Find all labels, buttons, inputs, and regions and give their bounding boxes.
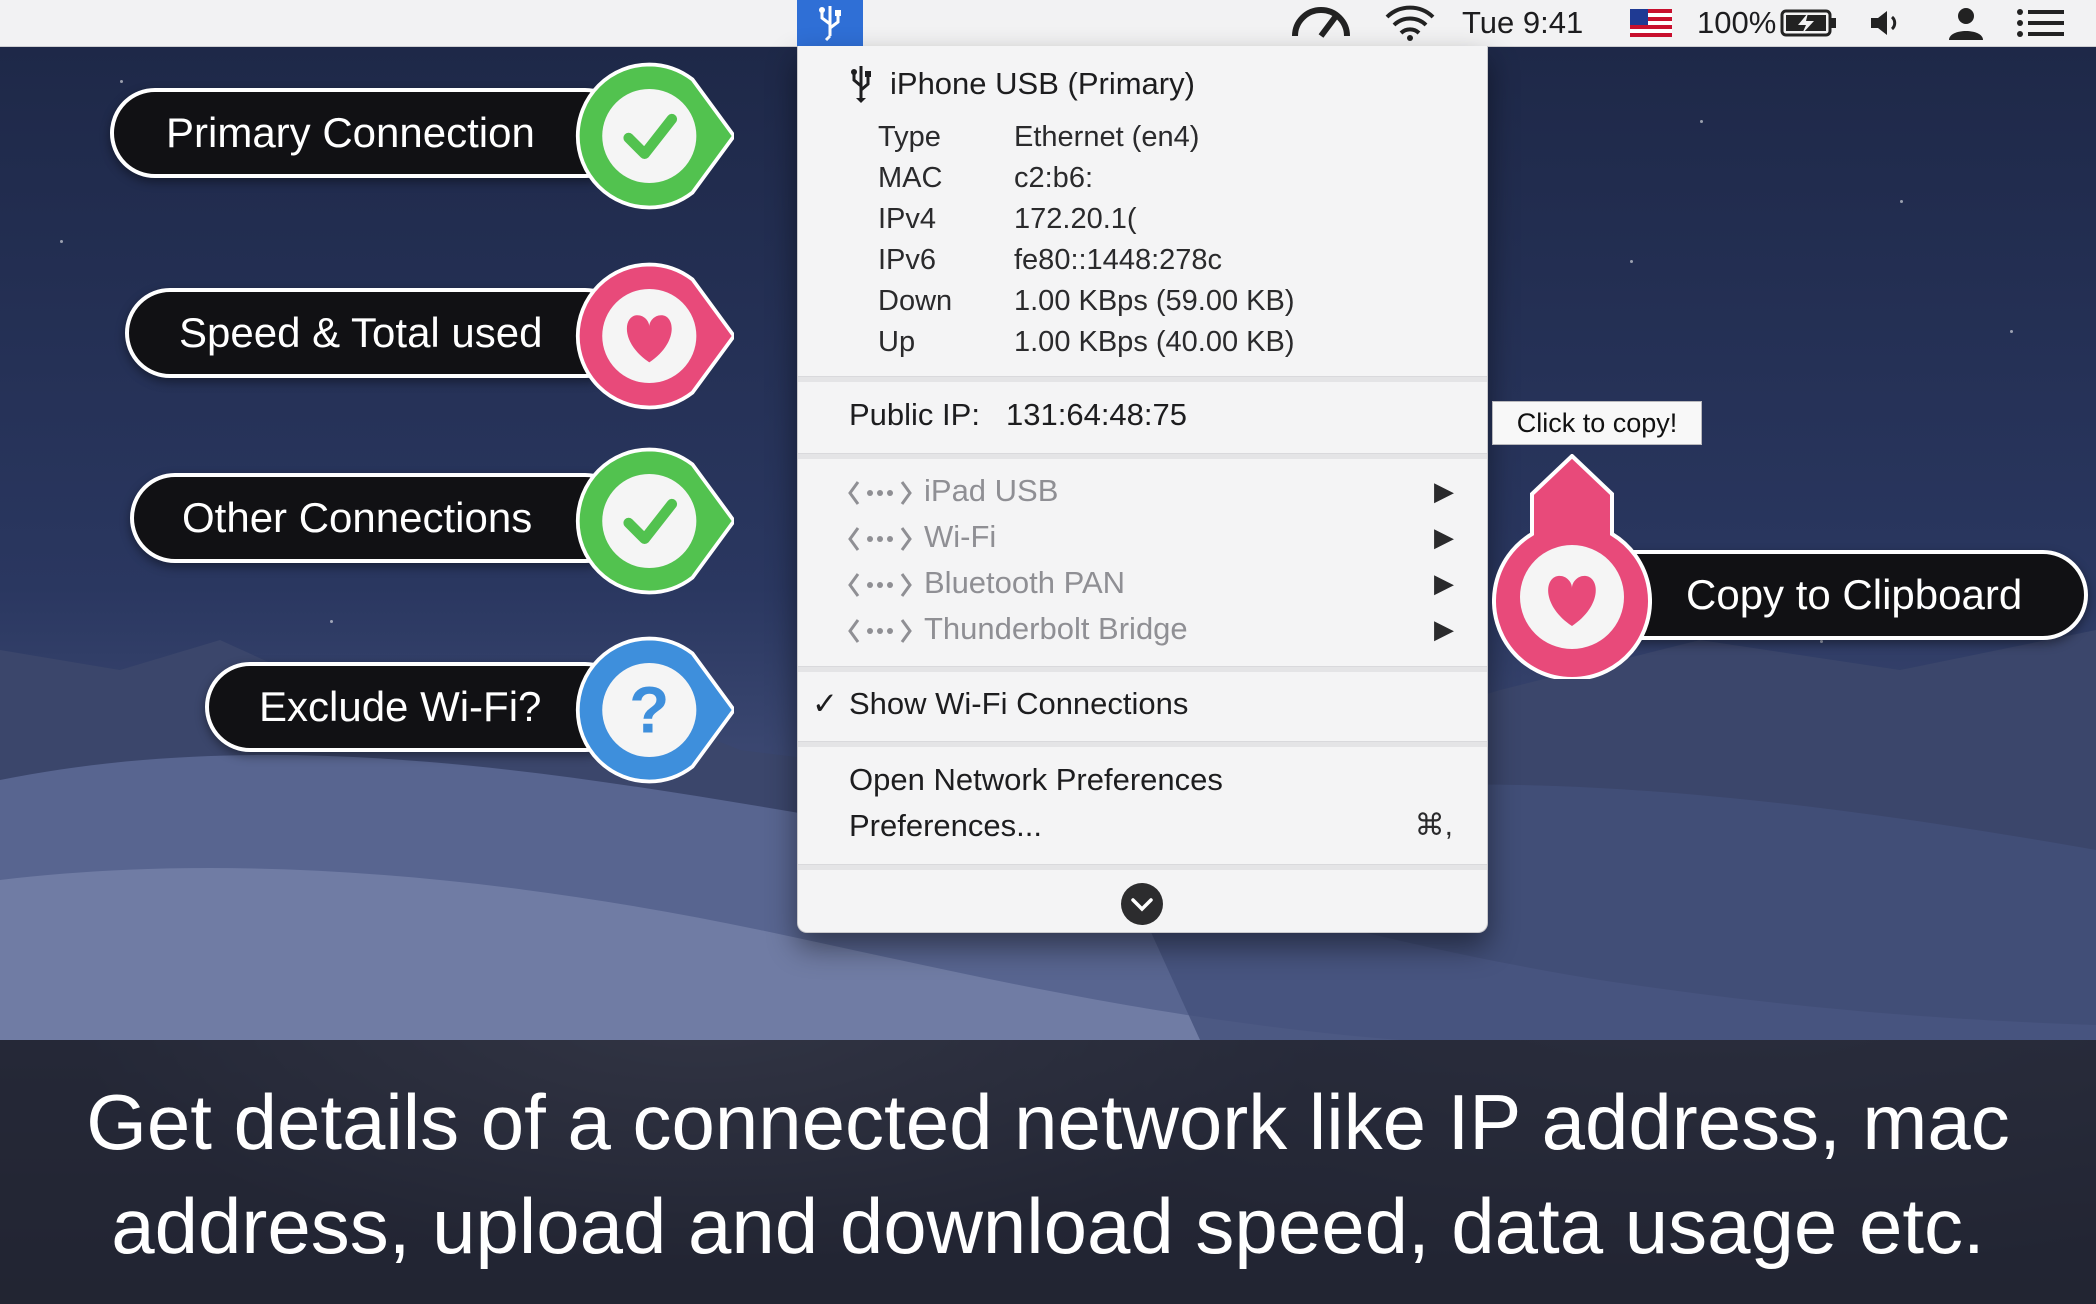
callout-label: Primary Connection bbox=[166, 109, 535, 156]
primary-connection-title[interactable]: iPhone USB (Primary) bbox=[890, 66, 1195, 102]
callout-other-connections: Other Connections bbox=[130, 473, 630, 563]
wifi-item[interactable] bbox=[1384, 0, 1436, 46]
menu-separator bbox=[798, 453, 1487, 459]
callout-label: Other Connections bbox=[182, 494, 533, 541]
up-value[interactable]: 1.00 KBps (40.00 KB) bbox=[1014, 326, 1295, 359]
usb-icon bbox=[851, 66, 871, 103]
usb-icon bbox=[819, 6, 841, 42]
ipv6-label: IPv6 bbox=[878, 244, 937, 276]
wifi-icon bbox=[1385, 5, 1435, 41]
us-flag-icon bbox=[1630, 9, 1672, 37]
down-value[interactable]: 1.00 KBps (59.00 KB) bbox=[1014, 285, 1295, 318]
network-dropdown-menu: iPhone USB (Primary) Type Ethernet (en4)… bbox=[797, 46, 1488, 933]
ethernet-connection-icon bbox=[848, 481, 912, 505]
battery-item[interactable] bbox=[1780, 0, 1838, 46]
ipv6-value[interactable]: fe80::1448:278c bbox=[1014, 244, 1222, 277]
list-icon bbox=[2017, 9, 2064, 37]
menu-item-label: iPad USB bbox=[924, 473, 1059, 508]
menu-item-label: Wi-Fi bbox=[924, 519, 997, 554]
speedometer-item[interactable] bbox=[1290, 0, 1352, 46]
callout-speed-total-used: Speed & Total used bbox=[125, 288, 630, 378]
battery-charging-icon bbox=[1780, 9, 1836, 37]
ethernet-connection-icon bbox=[848, 527, 912, 551]
callout-primary-connection: Primary Connection bbox=[110, 88, 630, 178]
ethernet-connection-icon bbox=[848, 573, 912, 597]
green-check-badge-icon bbox=[575, 62, 734, 210]
blue-question-badge-icon: ? bbox=[575, 636, 734, 784]
clock[interactable]: Tue 9:41 bbox=[1462, 0, 1583, 46]
ipv4-value[interactable]: 172.20.1( bbox=[1014, 203, 1137, 236]
menu-item-label: Preferences... bbox=[849, 808, 1042, 843]
menu-item-label: Bluetooth PAN bbox=[924, 565, 1126, 600]
menu-separator bbox=[798, 376, 1487, 382]
menu-separator bbox=[798, 666, 1487, 672]
up-label: Up bbox=[878, 326, 916, 358]
submenu-arrow-icon: ▶ bbox=[1434, 476, 1454, 506]
callout-exclude-wifi: Exclude Wi-Fi? bbox=[205, 662, 630, 752]
user-icon bbox=[1949, 8, 1983, 40]
volume-icon bbox=[1871, 11, 1897, 35]
green-check-badge-icon bbox=[575, 447, 734, 595]
question-mark-icon: ? bbox=[629, 673, 669, 747]
menu-separator bbox=[798, 741, 1487, 747]
notification-center-item[interactable] bbox=[2016, 0, 2066, 46]
ipv4-label: IPv4 bbox=[878, 203, 937, 235]
battery-percentage[interactable]: 100% bbox=[1697, 0, 1776, 46]
menu-item-label: Show Wi-Fi Connections bbox=[849, 686, 1189, 721]
pink-heart-badge-icon bbox=[575, 262, 734, 410]
checkmark-icon: ✓ bbox=[812, 686, 838, 721]
copy-tooltip: Click to copy! bbox=[1492, 401, 1702, 445]
input-source-item[interactable] bbox=[1630, 0, 1672, 46]
public-ip-value[interactable]: 131:64:48:75 bbox=[1006, 397, 1187, 433]
public-ip-label: Public IP: bbox=[849, 397, 980, 432]
pink-heart-badge-icon bbox=[1492, 454, 1652, 679]
submenu-arrow-icon: ▶ bbox=[1434, 614, 1454, 644]
menu-item-open-network-preferences[interactable]: Open Network Preferences bbox=[849, 762, 1223, 798]
callout-label: Speed & Total used bbox=[179, 309, 543, 356]
keyboard-shortcut: ⌘, bbox=[1414, 809, 1453, 842]
usb-status-item[interactable] bbox=[797, 0, 863, 46]
menu-separator bbox=[798, 864, 1487, 870]
callout-label: Exclude Wi-Fi? bbox=[259, 683, 542, 730]
caption-text: Get details of a connected network like … bbox=[86, 1078, 2010, 1270]
down-label: Down bbox=[878, 285, 953, 317]
callout-label: Copy to Clipboard bbox=[1686, 571, 2023, 618]
type-label: Type bbox=[878, 121, 941, 153]
chevron-down-icon[interactable] bbox=[1120, 882, 1164, 926]
menu-item-label: Thunderbolt Bridge bbox=[924, 611, 1188, 646]
speedometer-icon bbox=[1292, 7, 1350, 38]
mac-label: MAC bbox=[878, 162, 943, 194]
ethernet-connection-icon bbox=[848, 619, 912, 643]
user-item[interactable] bbox=[1946, 0, 1986, 46]
submenu-arrow-icon: ▶ bbox=[1434, 568, 1454, 598]
type-value[interactable]: Ethernet (en4) bbox=[1014, 121, 1199, 154]
volume-item[interactable] bbox=[1868, 0, 1904, 46]
submenu-arrow-icon: ▶ bbox=[1434, 522, 1454, 552]
mac-value[interactable]: c2:b6: bbox=[1014, 162, 1093, 195]
menu-bar: Tue 9:41 100% bbox=[0, 0, 2096, 47]
